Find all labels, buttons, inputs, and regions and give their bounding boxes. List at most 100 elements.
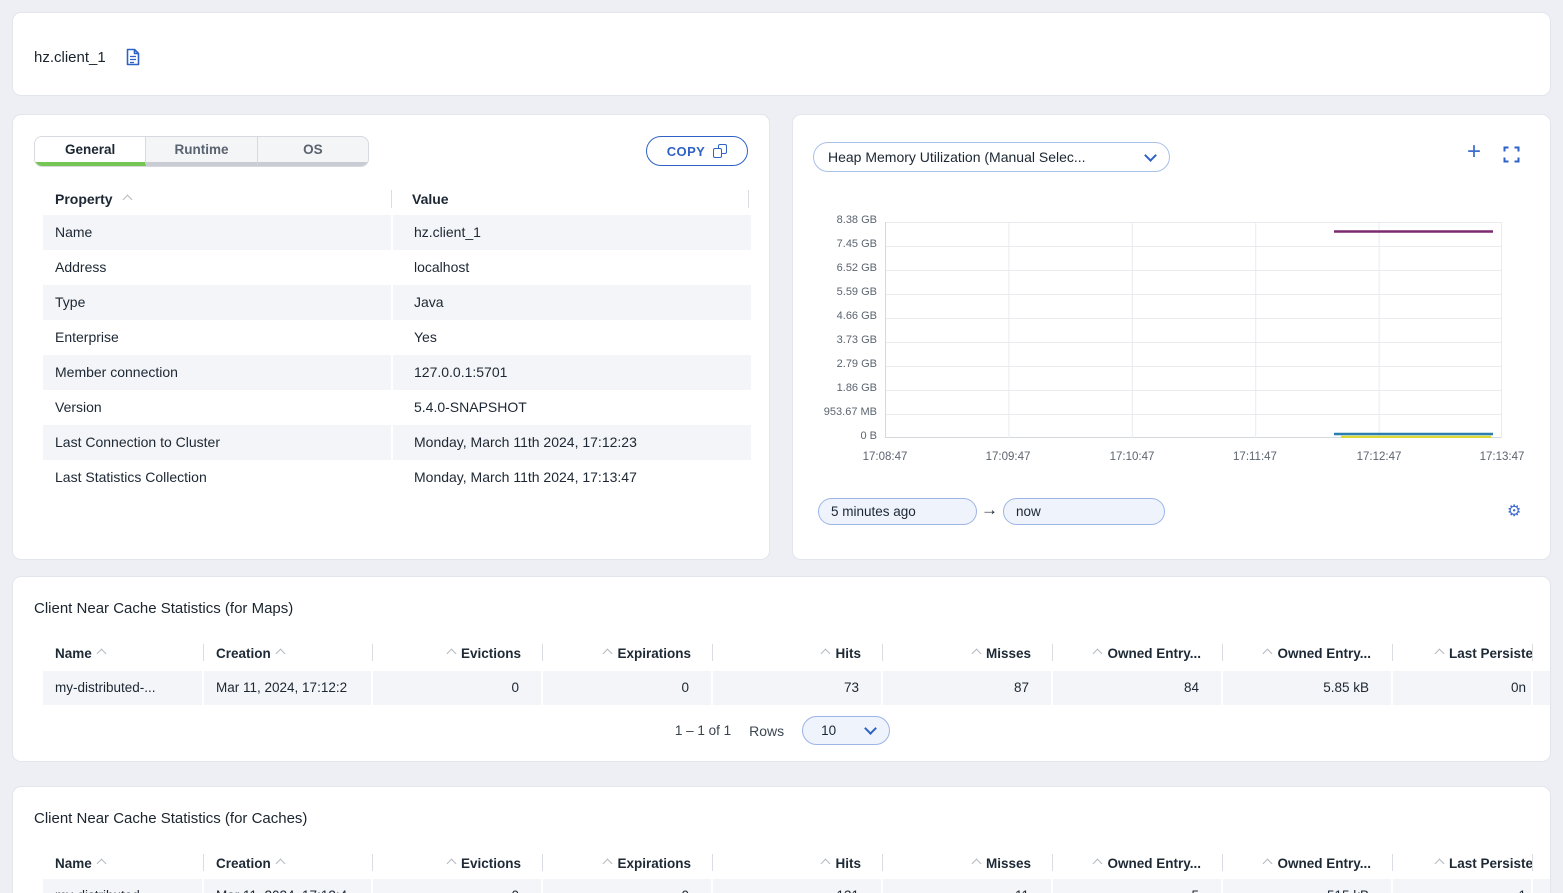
cell-hits: 131 <box>713 879 883 893</box>
column-header-owned-entry-count[interactable]: Owned Entry... <box>1053 849 1223 877</box>
fullscreen-icon[interactable] <box>1503 146 1520 163</box>
y-axis-tick: 3.73 GB <box>793 334 877 346</box>
x-axis-tick: 17:09:47 <box>963 451 1053 463</box>
pagination: 1 – 1 of 1 Rows 10 <box>13 716 1551 745</box>
column-header-evictions[interactable]: Evictions <box>373 849 543 877</box>
metric-selector-dropdown[interactable]: Heap Memory Utilization (Manual Selec... <box>813 142 1170 172</box>
column-header-hits[interactable]: Hits <box>713 849 883 877</box>
column-header-name[interactable]: Name <box>43 639 204 667</box>
x-axis-tick: 17:08:47 <box>840 451 930 463</box>
table-row: Addresslocalhost <box>43 250 751 285</box>
sort-caret-icon <box>972 858 982 868</box>
property-table: Namehz.client_1 Addresslocalhost TypeJav… <box>43 215 751 495</box>
property-name: Type <box>43 285 391 320</box>
column-header-expirations[interactable]: Expirations <box>543 849 713 877</box>
sort-caret-icon <box>275 648 285 658</box>
property-value: 5.4.0-SNAPSHOT <box>391 390 751 425</box>
column-header-misses[interactable]: Misses <box>883 639 1053 667</box>
cell-misses: 11 <box>883 879 1053 893</box>
table-row: Last Connection to ClusterMonday, March … <box>43 425 751 460</box>
property-name: Version <box>43 390 391 425</box>
rows-per-page-select[interactable]: 10 <box>802 716 890 745</box>
sort-caret-icon <box>603 858 613 868</box>
sort-caret-icon <box>1435 858 1445 868</box>
column-header-last-persistence[interactable]: Last Persiste <box>1393 849 1533 877</box>
cell-stub <box>1533 879 1551 893</box>
chevron-down-icon <box>1144 149 1157 162</box>
column-header-evictions[interactable]: Evictions <box>373 639 543 667</box>
arrow-right-icon: → <box>981 500 998 520</box>
cell-owned-entry-memory: 5.85 kB <box>1223 671 1393 705</box>
column-header-creation[interactable]: Creation <box>204 849 373 877</box>
property-name: Last Statistics Collection <box>43 460 391 495</box>
copy-button[interactable]: COPY <box>646 136 748 166</box>
sort-caret-icon <box>821 858 831 868</box>
property-name: Enterprise <box>43 320 391 355</box>
cell-stub <box>1533 671 1551 705</box>
column-header-hits[interactable]: Hits <box>713 639 883 667</box>
time-to-input[interactable] <box>1003 498 1165 525</box>
tab-os[interactable]: OS <box>258 137 368 166</box>
sort-caret-icon <box>96 648 106 658</box>
table-row: TypeJava <box>43 285 751 320</box>
sort-caret-icon <box>603 648 613 658</box>
y-axis-tick: 7.45 GB <box>793 238 877 250</box>
cell-name: my-distributed-... <box>43 879 204 893</box>
column-header-expirations[interactable]: Expirations <box>543 639 713 667</box>
column-header-stub <box>1533 639 1551 667</box>
column-header-stub <box>1533 849 1551 877</box>
header-divider <box>391 190 392 208</box>
document-icon[interactable] <box>123 47 143 67</box>
x-axis-tick: 17:11:47 <box>1210 451 1300 463</box>
property-column-header[interactable]: Property <box>55 191 113 207</box>
x-axis-tick: 17:10:47 <box>1087 451 1177 463</box>
value-column-header: Value <box>412 191 449 207</box>
page-title: hz.client_1 <box>34 49 106 66</box>
sort-caret-icon <box>123 195 133 205</box>
y-axis-tick: 4.66 GB <box>793 310 877 322</box>
cell-owned-entry-memory: 515 kB <box>1223 879 1393 893</box>
copy-icon <box>713 144 727 158</box>
tab-general[interactable]: General <box>35 137 146 166</box>
cell-hits: 73 <box>713 671 883 705</box>
heap-chart-card: Heap Memory Utilization (Manual Selec...… <box>792 114 1551 560</box>
tab-runtime[interactable]: Runtime <box>146 137 257 166</box>
maps-table-row[interactable]: my-distributed-... Mar 11, 2024, 17:12:2… <box>43 671 1551 705</box>
column-header-creation[interactable]: Creation <box>204 639 373 667</box>
cell-owned-entry-count: 5 <box>1053 879 1223 893</box>
sort-caret-icon <box>447 648 457 658</box>
x-axis-tick: 17:12:47 <box>1334 451 1424 463</box>
cell-expirations: 0 <box>543 879 713 893</box>
heap-chart-plot[interactable] <box>885 222 1502 438</box>
caches-section-title: Client Near Cache Statistics (for Caches… <box>34 810 307 827</box>
column-header-owned-entry-memory[interactable]: Owned Entry... <box>1223 639 1393 667</box>
cell-misses: 87 <box>883 671 1053 705</box>
detail-tabs: General Runtime OS <box>34 136 369 167</box>
column-header-misses[interactable]: Misses <box>883 849 1053 877</box>
sort-caret-icon <box>972 648 982 658</box>
metric-selector-value: Heap Memory Utilization (Manual Selec... <box>828 149 1146 165</box>
column-header-owned-entry-memory[interactable]: Owned Entry... <box>1223 849 1393 877</box>
time-from-input[interactable] <box>818 498 977 525</box>
y-axis-tick: 0 B <box>793 430 877 442</box>
property-table-header: Property Value <box>43 187 751 215</box>
sort-caret-icon <box>96 858 106 868</box>
cell-last-persistence: 0n <box>1393 671 1533 705</box>
sort-caret-icon <box>1435 648 1445 658</box>
cell-owned-entry-count: 84 <box>1053 671 1223 705</box>
add-chart-icon[interactable]: + <box>1467 140 1481 164</box>
near-cache-caches-card: Client Near Cache Statistics (for Caches… <box>12 786 1551 893</box>
property-value: Monday, March 11th 2024, 17:13:47 <box>391 460 751 495</box>
property-name: Last Connection to Cluster <box>43 425 391 460</box>
column-header-name[interactable]: Name <box>43 849 204 877</box>
column-header-owned-entry-count[interactable]: Owned Entry... <box>1053 639 1223 667</box>
cell-evictions: 0 <box>373 671 543 705</box>
y-axis-tick: 2.79 GB <box>793 358 877 370</box>
cell-last-persistence: 1 <box>1393 879 1533 893</box>
property-value: Java <box>391 285 751 320</box>
caches-table-row[interactable]: my-distributed-... Mar 11, 2024, 17:12:4… <box>43 879 1551 893</box>
property-value: Yes <box>391 320 751 355</box>
column-header-last-persistence[interactable]: Last Persiste <box>1393 639 1533 667</box>
gear-icon[interactable]: ⚙ <box>1507 501 1521 521</box>
property-name: Name <box>43 215 391 250</box>
